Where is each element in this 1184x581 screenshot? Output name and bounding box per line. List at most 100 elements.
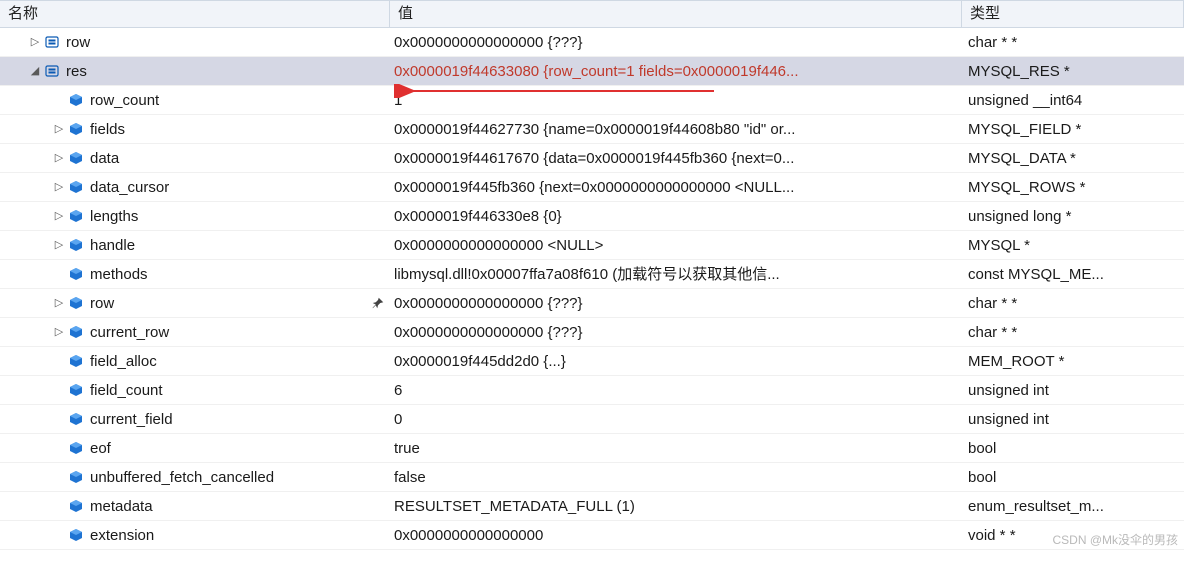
expand-icon[interactable]: ▷: [30, 28, 40, 56]
value-cell[interactable]: false: [390, 463, 962, 491]
value-cell[interactable]: 6: [390, 376, 962, 404]
table-row[interactable]: ▷extension0x0000000000000000void * *: [0, 521, 1184, 550]
value-cell[interactable]: 0x0000019f44627730 {name=0x0000019f44608…: [390, 115, 962, 143]
name-cell: ▷ handle: [0, 231, 390, 259]
name-cell: ▷lengths: [0, 202, 390, 230]
field-icon: [68, 179, 84, 195]
table-row[interactable]: ▷eoftruebool: [0, 434, 1184, 463]
table-row[interactable]: ▷row_count1unsigned __int64: [0, 86, 1184, 115]
variable-name: handle: [90, 231, 135, 259]
header-row: 名称 值 类型: [0, 0, 1184, 28]
variable-value: 0x0000000000000000 {???}: [394, 318, 583, 346]
table-row[interactable]: ▷current_row0x0000000000000000 {???} char…: [0, 318, 1184, 347]
type-cell: unsigned __int64: [962, 86, 1184, 114]
variable-name: field_count: [90, 376, 163, 404]
variable-name: res: [66, 57, 87, 85]
expand-icon[interactable]: ▷: [54, 318, 64, 346]
name-cell: ◢ res: [0, 57, 390, 85]
expand-icon[interactable]: ▷: [54, 202, 64, 230]
variable-type: unsigned int: [968, 376, 1049, 404]
value-cell[interactable]: 1: [390, 86, 962, 114]
table-row[interactable]: ▷data_cursor0x0000019f445fb360 {next=0x0…: [0, 173, 1184, 202]
value-cell[interactable]: RESULTSET_METADATA_FULL (1): [390, 492, 962, 520]
table-row[interactable]: ▷metadataRESULTSET_METADATA_FULL (1)enum…: [0, 492, 1184, 521]
value-cell[interactable]: 0x0000019f445dd2d0 {...}: [390, 347, 962, 375]
variable-name: extension: [90, 521, 154, 549]
name-cell: ▷row_count: [0, 86, 390, 114]
table-row[interactable]: ◢ res 0x0000019f44633080 {row_count=1 fiel…: [0, 57, 1184, 86]
type-cell: unsigned int: [962, 405, 1184, 433]
watch-grid: 名称 值 类型 ▷row0x0000000000000000 {???}char…: [0, 0, 1184, 550]
type-cell: MYSQL *: [962, 231, 1184, 259]
variable-value: 0x0000000000000000: [394, 521, 543, 549]
variable-type: char * *: [968, 289, 1017, 317]
variable-type: bool: [968, 463, 996, 491]
value-cell[interactable]: libmysql.dll!0x00007ffa7a08f610 (加载符号以获取…: [390, 260, 962, 288]
type-cell: MYSQL_ROWS *: [962, 173, 1184, 201]
field-icon: [68, 92, 84, 108]
table-row[interactable]: ▷unbuffered_fetch_cancelledfalsebool: [0, 463, 1184, 492]
type-cell: bool: [962, 434, 1184, 462]
table-row[interactable]: ▷ handle 0x0000000000000000 <NULL>MYSQL *: [0, 231, 1184, 260]
variable-type: MYSQL_ROWS *: [968, 173, 1086, 201]
variable-value: 0x0000000000000000 {???}: [394, 289, 583, 317]
table-row[interactable]: ▷methodslibmysql.dll!0x00007ffa7a08f610 …: [0, 260, 1184, 289]
type-cell: MYSQL_RES *: [962, 57, 1184, 85]
type-cell: enum_resultset_m...: [962, 492, 1184, 520]
value-cell[interactable]: 0x0000000000000000: [390, 521, 962, 549]
header-type[interactable]: 类型: [962, 1, 1184, 27]
header-name[interactable]: 名称: [0, 1, 390, 27]
variable-value: 6: [394, 376, 402, 404]
value-cell[interactable]: 0x0000019f445fb360 {next=0x0000000000000…: [390, 173, 962, 201]
name-cell: ▷current_row: [0, 318, 390, 346]
variable-type: MYSQL_FIELD *: [968, 115, 1081, 143]
value-cell[interactable]: 0x0000019f446330e8 {0}: [390, 202, 962, 230]
field-icon: [68, 324, 84, 340]
type-cell: MEM_ROOT *: [962, 347, 1184, 375]
table-row[interactable]: ▷fields0x0000019f44627730 {name=0x000001…: [0, 115, 1184, 144]
expand-icon[interactable]: ▷: [54, 115, 64, 143]
table-row[interactable]: ▷data0x0000019f44617670 {data=0x0000019f…: [0, 144, 1184, 173]
name-cell: ▷field_alloc: [0, 347, 390, 375]
field-icon: [68, 237, 84, 253]
expand-icon[interactable]: ▷: [54, 231, 64, 259]
expand-icon[interactable]: ▷: [54, 144, 64, 172]
table-row[interactable]: ▷field_alloc0x0000019f445dd2d0 {...}MEM_…: [0, 347, 1184, 376]
name-cell: ▷field_count: [0, 376, 390, 404]
table-row[interactable]: ▷field_count6 unsigned int: [0, 376, 1184, 405]
field-icon: [68, 295, 84, 311]
value-cell[interactable]: 0x0000019f44633080 {row_count=1 fields=0…: [390, 57, 962, 85]
field-icon: [68, 353, 84, 369]
type-cell: char * *: [962, 318, 1184, 346]
value-cell[interactable]: 0: [390, 405, 962, 433]
variable-value: 0: [394, 405, 402, 433]
name-cell: ▷methods: [0, 260, 390, 288]
value-cell[interactable]: 0x0000019f44617670 {data=0x0000019f445fb…: [390, 144, 962, 172]
field-icon: [68, 498, 84, 514]
field-icon: [68, 469, 84, 485]
expand-icon[interactable]: ▷: [54, 173, 64, 201]
value-cell[interactable]: 0x0000000000000000 {???}: [390, 289, 962, 317]
variable-type: char * *: [968, 28, 1017, 56]
value-cell[interactable]: 0x0000000000000000 {???}: [390, 28, 962, 56]
type-cell: const MYSQL_ME...: [962, 260, 1184, 288]
table-row[interactable]: ▷row0x0000000000000000 {???}char * *: [0, 28, 1184, 57]
value-cell[interactable]: true: [390, 434, 962, 462]
field-icon: [68, 411, 84, 427]
table-row[interactable]: ▷row0x0000000000000000 {???}char * *: [0, 289, 1184, 318]
value-cell[interactable]: 0x0000000000000000 <NULL>: [390, 231, 962, 259]
expand-icon[interactable]: ▷: [54, 289, 64, 317]
collapse-icon[interactable]: ◢: [30, 57, 40, 85]
table-row[interactable]: ▷current_field0 unsigned int: [0, 405, 1184, 434]
value-cell[interactable]: 0x0000000000000000 {???}: [390, 318, 962, 346]
header-value[interactable]: 值: [390, 1, 962, 27]
variable-type: void * *: [968, 521, 1016, 549]
field-icon: [68, 266, 84, 282]
pin-icon[interactable]: [370, 295, 386, 311]
name-cell: ▷eof: [0, 434, 390, 462]
name-cell: ▷current_field: [0, 405, 390, 433]
table-row[interactable]: ▷lengths0x0000019f446330e8 {0}unsigned l…: [0, 202, 1184, 231]
variable-name: field_alloc: [90, 347, 157, 375]
type-cell: unsigned long *: [962, 202, 1184, 230]
variable-name: current_field: [90, 405, 173, 433]
